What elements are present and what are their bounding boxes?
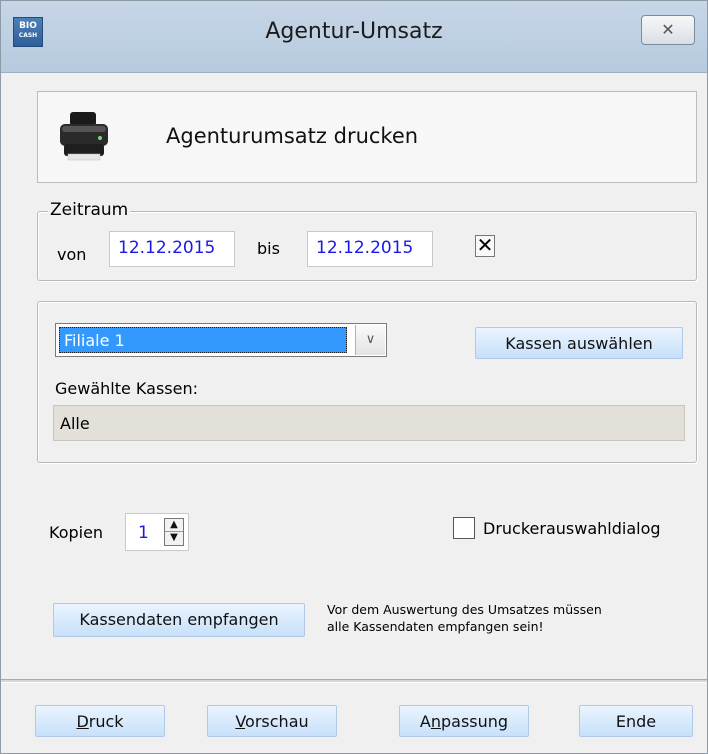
druck-mnemonic: D [76, 712, 89, 731]
note-line-1: Vor dem Auswertung des Umsatzes müssen [327, 602, 602, 617]
stepper-up-icon[interactable]: ▲ [165, 519, 183, 532]
druckerauswahl-checkbox[interactable] [453, 517, 475, 539]
bis-label: bis [257, 239, 280, 258]
clear-date-checkbox[interactable]: ✕ [475, 235, 495, 257]
window-title: Agentur-Umsatz [265, 19, 443, 44]
kopien-value: 1 [138, 523, 149, 543]
x-icon: ✕ [476, 233, 494, 257]
filiale-select[interactable]: Filiale 1 ∨ [55, 323, 387, 357]
header-title: Agenturumsatz drucken [166, 124, 419, 148]
anpassung-button[interactable]: Anpassung [399, 705, 529, 737]
gewaehlte-kassen-field: Alle [53, 405, 685, 441]
ende-button[interactable]: Ende [579, 705, 693, 737]
gewaehlte-kassen-label: Gewählte Kassen: [55, 379, 198, 398]
vorschau-button[interactable]: Vorschau [207, 705, 337, 737]
stepper-buttons: ▲ ▼ [164, 518, 184, 546]
vorschau-mnemonic: V [235, 712, 246, 731]
kassen-auswaehlen-button[interactable]: Kassen auswählen [475, 327, 683, 359]
dialog-window: BIO CASH Agentur-Umsatz ✕ Agenturumsatz … [0, 0, 708, 754]
filiale-selected-value: Filiale 1 [59, 327, 347, 353]
kassendaten-empfangen-button[interactable]: Kassendaten empfangen [53, 603, 305, 637]
druckerauswahl-label: Druckerauswahldialog [483, 519, 661, 538]
anpassung-mnemonic: n [430, 712, 441, 731]
kassendaten-note: Vor dem Auswertung des Umsatzes müssen a… [327, 601, 707, 635]
vorschau-label: orschau [245, 712, 309, 731]
bis-date-input[interactable]: 12.12.2015 [307, 231, 433, 267]
header-panel: Agenturumsatz drucken [37, 91, 697, 183]
printer-icon [60, 112, 108, 161]
close-button[interactable]: ✕ [641, 15, 695, 45]
von-date-input[interactable]: 12.12.2015 [109, 231, 235, 267]
chevron-down-icon[interactable]: ∨ [355, 325, 385, 355]
anpassung-label: passung [441, 712, 509, 731]
anpassung-prefix: A [419, 712, 431, 731]
close-icon: ✕ [661, 20, 675, 39]
stepper-down-icon[interactable]: ▼ [165, 532, 183, 545]
von-label: von [57, 245, 87, 264]
zeitraum-legend: Zeitraum [48, 200, 131, 220]
note-line-2: alle Kassendaten empfangen sein! [327, 619, 544, 634]
kopien-stepper[interactable]: 1 ▲ ▼ [125, 513, 189, 551]
kopien-label: Kopien [49, 523, 104, 542]
footer-separator [1, 679, 707, 683]
druck-button[interactable]: Druck [35, 705, 165, 737]
title-bar: BIO CASH Agentur-Umsatz ✕ [1, 1, 707, 73]
druck-label: ruck [88, 712, 124, 731]
